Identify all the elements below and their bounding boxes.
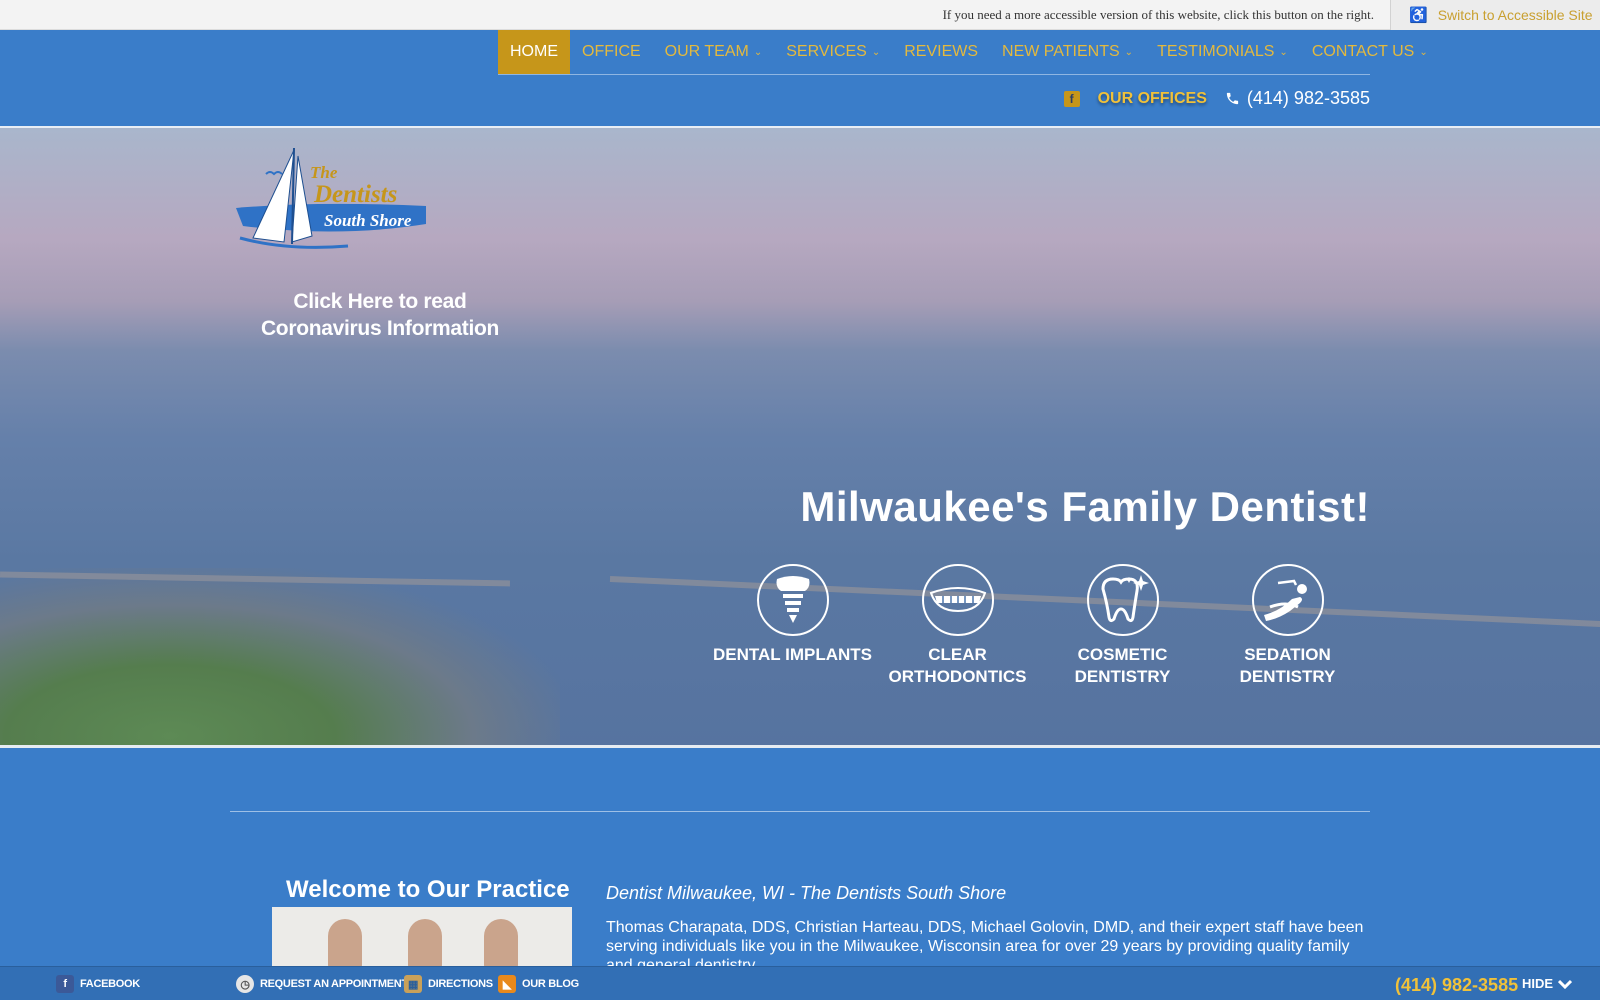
nav-label: TESTIMONIALS (1157, 43, 1275, 60)
accessibility-bar: If you need a more accessible version of… (0, 0, 1600, 30)
facebook-icon: f (56, 975, 74, 993)
service-label: COSMETIC DENTISTRY (1074, 645, 1171, 686)
service-dental-implants[interactable]: DENTAL IMPLANTS (710, 564, 875, 688)
chevron-down-icon: ⌄ (753, 46, 763, 58)
chevron-down-icon: ⌄ (1419, 46, 1428, 58)
nav-item-testimonials[interactable]: TESTIMONIALS ⌄ (1145, 30, 1300, 74)
welcome-heading: Welcome to Our Practice (286, 876, 570, 903)
header-phone-number: (414) 982-3585 (1246, 88, 1370, 108)
facebook-icon[interactable]: f (1063, 90, 1080, 107)
logo-dentists: Dentists (313, 181, 397, 208)
service-label: SEDATION DENTISTRY (1239, 645, 1336, 686)
nav-item-services[interactable]: SERVICES ⌄ (774, 30, 892, 74)
wheelchair-icon: ♿ (1409, 7, 1428, 24)
nav-label: NEW PATIENTS (1002, 43, 1120, 60)
bottom-phone[interactable]: (414) 982-3585 (1395, 975, 1518, 996)
service-cosmetic-dentistry[interactable]: COSMETIC DENTISTRY (1040, 564, 1205, 688)
main-nav: HOME OFFICE OUR TEAM ⌄ SERVICES ⌄ REVIEWS … (498, 30, 1428, 75)
header-sub-row: f OUR OFFICES (414) 982-3585 (1063, 88, 1370, 109)
map-icon: ▦ (404, 975, 422, 993)
dentist-portrait (328, 919, 362, 967)
nav-label: OUR TEAM (664, 43, 749, 60)
accessibility-notice: If you need a more accessible version of… (942, 7, 1374, 22)
services-row: DENTAL IMPLANTS CLEAR ORTHODONTICS COSME… (710, 564, 1370, 688)
teeth-icon (929, 587, 986, 613)
logo-the: The (310, 163, 338, 182)
bottom-facebook-link[interactable]: f FACEBOOK (56, 975, 140, 993)
our-blog-link[interactable]: ◣ OUR BLOG (498, 975, 579, 993)
service-sedation-dentistry[interactable]: SEDATION DENTISTRY (1205, 564, 1370, 688)
nav-label: CONTACT US (1311, 43, 1415, 60)
dental-chair-icon (1263, 579, 1307, 621)
nav-label: REVIEWS (904, 43, 979, 60)
switch-accessible-button[interactable]: ♿ Switch to Accessible Site (1390, 0, 1600, 30)
our-offices-link[interactable]: OUR OFFICES (1098, 90, 1207, 108)
sparkle-tooth-icon (1100, 575, 1149, 623)
logo-south-shore: South Shore (324, 211, 412, 230)
covid-line-1: Click Here to read (293, 290, 467, 313)
site-logo[interactable]: The Dentists South Shore (228, 146, 433, 261)
rss-icon: ◣ (498, 975, 516, 993)
clock-icon: ◷ (236, 975, 254, 993)
nav-item-our-team[interactable]: OUR TEAM ⌄ (653, 30, 775, 74)
section-divider (230, 811, 1370, 812)
chevron-down-icon: ⌄ (1279, 46, 1288, 58)
coronavirus-info-link[interactable]: Click Here to read Coronavirus Informati… (250, 288, 510, 342)
team-photo (272, 907, 572, 967)
phone-icon (1226, 92, 1239, 105)
nav-item-home[interactable]: HOME (498, 30, 570, 74)
site-header: HOME OFFICE OUR TEAM ⌄ SERVICES ⌄ REVIEWS … (0, 30, 1600, 128)
request-appointment-link[interactable]: ◷ REQUEST AN APPOINTMENT (236, 975, 408, 993)
nav-label: SERVICES (786, 43, 867, 60)
nav-item-new-patients[interactable]: NEW PATIENTS ⌄ (990, 30, 1145, 74)
bottom-toolbar: f FACEBOOK ◷ REQUEST AN APPOINTMENT ▦ DI… (0, 966, 1600, 1000)
facebook-glyph: f (1069, 91, 1074, 106)
service-clear-orthodontics[interactable]: CLEAR ORTHODONTICS (875, 564, 1040, 688)
nav-item-reviews[interactable]: REVIEWS (892, 30, 990, 74)
header-phone[interactable]: (414) 982-3585 (1225, 88, 1370, 109)
service-label: DENTAL IMPLANTS (713, 645, 872, 664)
dental-implant-icon (776, 576, 809, 623)
chevron-down-icon (1558, 979, 1573, 989)
nav-item-contact-us[interactable]: CONTACT US ⌄ (1300, 30, 1440, 74)
covid-line-2: Coronavirus Information (260, 317, 500, 340)
nav-label: OFFICE (582, 43, 641, 60)
shoreline-graphic (0, 568, 560, 748)
chevron-down-icon: ⌄ (1124, 46, 1134, 58)
hero-bottom-border (0, 745, 1600, 748)
hero-banner: The Dentists South Shore Click Here to r… (0, 128, 1600, 748)
nav-item-office[interactable]: OFFICE (570, 30, 653, 74)
hero-tagline: Milwaukee's Family Dentist! (800, 483, 1370, 530)
dentist-portrait (484, 919, 518, 967)
directions-link[interactable]: ▦ DIRECTIONS (404, 975, 493, 993)
dentist-portrait (408, 919, 442, 967)
switch-accessible-label: Switch to Accessible Site (1437, 7, 1593, 23)
chevron-down-icon: ⌄ (871, 46, 881, 58)
intro-title: Dentist Milwaukee, WI - The Dentists Sou… (606, 883, 1007, 903)
service-label: CLEAR ORTHODONTICS (888, 645, 1027, 686)
hide-toolbar-button[interactable]: HIDE (1522, 976, 1573, 991)
nav-label: HOME (510, 43, 558, 60)
